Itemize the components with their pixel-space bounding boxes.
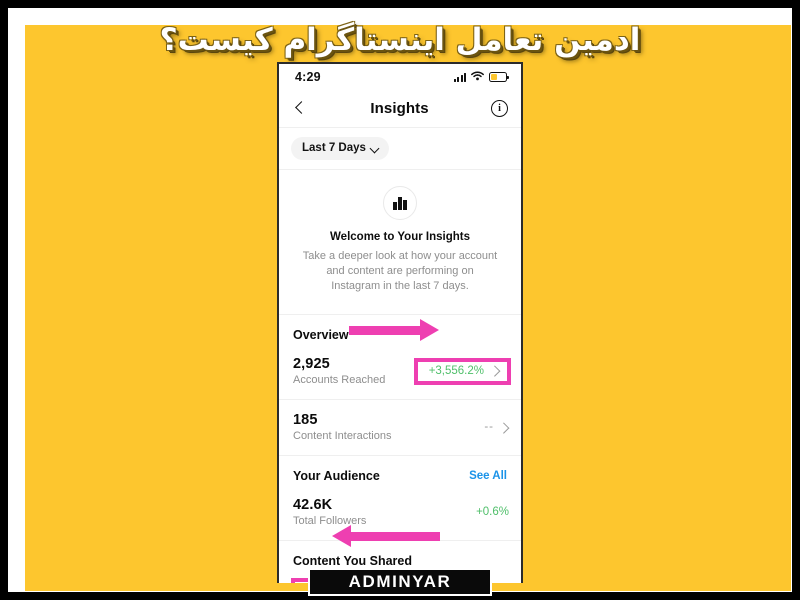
metric-delta: -- <box>484 421 509 433</box>
metric-row-content-interactions[interactable]: 185 Content Interactions -- <box>279 400 521 455</box>
phone-mockup: 4:29 Insights i Last 7 Days Welcome to Y… <box>277 62 523 583</box>
battery-low-icon <box>489 72 509 82</box>
section-title: Content You Shared <box>293 554 412 568</box>
welcome-block: Welcome to Your Insights Take a deeper l… <box>279 170 521 315</box>
annotation-arrow-left <box>332 525 440 547</box>
metric-label: Accounts Reached <box>293 374 386 386</box>
metric-text: 42.6K Total Followers <box>293 497 366 527</box>
chevron-right-icon <box>491 366 500 375</box>
chevron-down-icon <box>371 145 378 152</box>
bar-chart-icon <box>383 186 417 220</box>
annotation-arrow-right <box>349 319 439 341</box>
metric-value: 42.6K <box>293 497 333 513</box>
navigation-bar: Insights i <box>279 90 521 128</box>
delta-value: +3,556.2% <box>428 364 484 377</box>
watermark-banner: ADMINYAR <box>308 568 492 596</box>
metric-text: 2,925 Accounts Reached <box>293 356 385 386</box>
date-range-dropdown[interactable]: Last 7 Days <box>291 137 389 160</box>
see-all-link[interactable]: See All <box>469 470 507 482</box>
chevron-right-icon <box>500 423 509 432</box>
screen-title: Insights <box>370 100 429 117</box>
metric-text: 185 Content Interactions <box>293 412 391 442</box>
content-interactions-section: 185 Content Interactions -- <box>279 400 521 456</box>
metric-label: Content Interactions <box>293 430 392 442</box>
metric-delta: +0.6% <box>476 506 509 518</box>
status-icons <box>453 68 509 86</box>
metric-row-accounts-reached[interactable]: 2,925 Accounts Reached +3,556.2% <box>279 350 521 399</box>
metric-value: 185 <box>293 412 318 428</box>
page-title: ادمین تعامل اینستاگرام کیست؟ <box>159 22 641 58</box>
status-time: 4:29 <box>295 70 321 84</box>
outer-black-frame: ادمین تعامل اینستاگرام کیست؟ 4:29 Insigh… <box>0 0 800 600</box>
back-chevron-icon[interactable] <box>292 101 308 117</box>
delta-value: +0.6% <box>476 506 509 518</box>
metric-value: 2,925 <box>293 356 330 372</box>
welcome-title: Welcome to Your Insights <box>330 231 470 243</box>
delta-value: -- <box>484 421 494 433</box>
status-bar: 4:29 <box>279 64 521 90</box>
audience-header: Your Audience See All <box>279 456 521 491</box>
highlighted-delta-accounts-reached[interactable]: +3,556.2% <box>413 357 511 385</box>
wifi-icon <box>471 68 484 86</box>
info-circle-icon[interactable]: i <box>491 100 508 117</box>
section-title: Your Audience <box>293 469 380 483</box>
date-range-label: Last 7 Days <box>302 142 366 154</box>
date-filter-bar: Last 7 Days <box>279 128 521 170</box>
cellular-signal-icon <box>453 72 466 82</box>
metric-label: Total Followers <box>293 515 367 527</box>
welcome-description: Take a deeper look at how your account a… <box>302 250 498 292</box>
your-audience-section: Your Audience See All 42.6K Total Follow… <box>279 456 521 541</box>
section-title: Overview <box>293 328 349 342</box>
